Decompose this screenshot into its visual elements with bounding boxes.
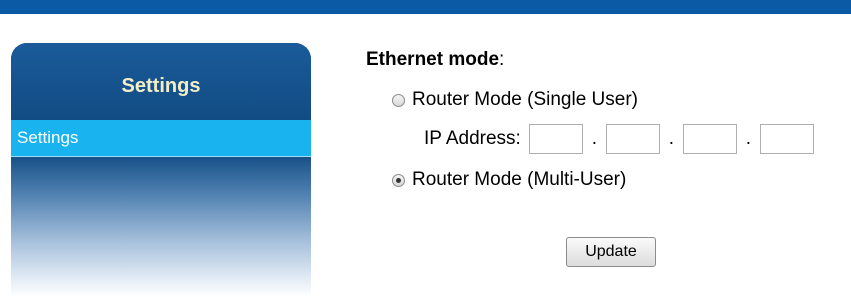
ip-octet-1-input[interactable]	[528, 124, 583, 154]
ethernet-mode-heading: Ethernet mode:	[366, 49, 504, 71]
sidebar-header: Settings	[11, 43, 311, 120]
ip-octet-4-input[interactable]	[759, 124, 814, 154]
router-mode-multi-radio[interactable]	[392, 173, 405, 187]
ip-address-label: IP Address:	[424, 128, 521, 149]
ip-octet-3-input[interactable]	[682, 124, 737, 154]
sidebar: Settings Settings	[11, 43, 311, 297]
router-mode-single-option[interactable]: Router Mode (Single User)	[392, 89, 638, 111]
ip-octet-2-input[interactable]	[605, 124, 660, 154]
top-banner-bar	[0, 0, 851, 14]
ip-address-row: IP Address: . . .	[424, 124, 814, 154]
sidebar-item-settings[interactable]: Settings	[11, 120, 311, 157]
ip-separator: .	[745, 128, 751, 149]
section-title-text: Ethernet mode	[366, 49, 500, 70]
ip-separator: .	[591, 128, 597, 149]
sidebar-title: Settings	[121, 75, 201, 97]
router-mode-single-radio[interactable]	[392, 93, 405, 107]
router-mode-multi-option[interactable]: Router Mode (Multi-User)	[392, 169, 626, 191]
main-content: Ethernet mode: Router Mode (Single User)…	[366, 49, 851, 289]
update-button[interactable]: Update	[566, 237, 656, 267]
section-title-colon: :	[499, 49, 505, 70]
ip-separator: .	[668, 128, 674, 149]
router-mode-single-label[interactable]: Router Mode (Single User)	[412, 89, 638, 111]
sidebar-item-label: Settings	[17, 128, 79, 147]
router-mode-multi-label[interactable]: Router Mode (Multi-User)	[412, 169, 626, 191]
